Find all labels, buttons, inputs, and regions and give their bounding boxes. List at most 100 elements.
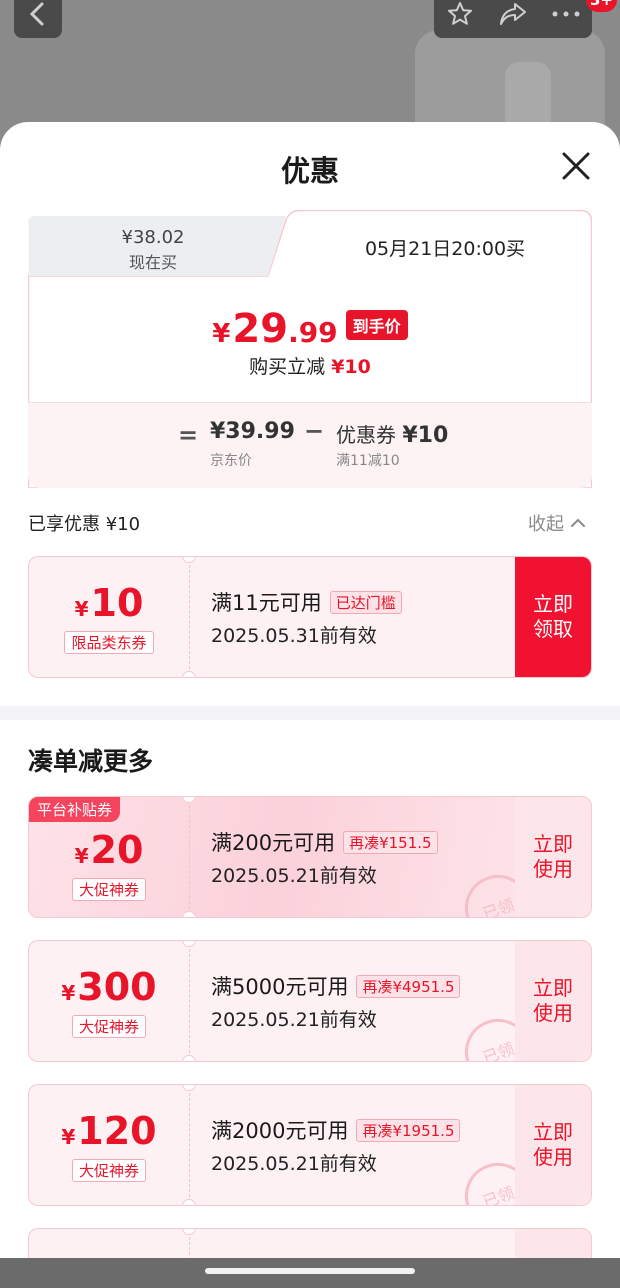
- back-button[interactable]: [14, 0, 62, 38]
- coupon-expiry: 2025.05.31前有效: [211, 625, 377, 647]
- favorite-button[interactable]: [434, 0, 487, 38]
- coupon-notch: [182, 1199, 196, 1205]
- current-price-label: 现在买: [128, 253, 177, 272]
- final-price-decimal: .99: [288, 316, 338, 349]
- coupon-info: 满5000元可用 再凑¥4951.5 2025.05.21前有效: [211, 971, 511, 1032]
- minus-sign: −: [304, 417, 325, 445]
- coupon-divider: [189, 1093, 190, 1197]
- final-price: ¥ 29 .99: [212, 306, 337, 352]
- final-price-yen: ¥: [212, 319, 231, 349]
- coupon-remaining-tag: 再凑¥1951.5: [356, 1118, 461, 1142]
- instant-cut-value: ¥10: [331, 356, 371, 378]
- future-date-tab[interactable]: 05月21日20:00买: [298, 234, 592, 261]
- top-action-group: [434, 0, 592, 38]
- chevron-up-icon: [571, 518, 585, 527]
- coupon-condition: 满2000元可用: [211, 1119, 349, 1143]
- coupon-expiry: 2025.05.21前有效: [211, 1009, 377, 1031]
- coupon-notch: [182, 671, 196, 677]
- use-now-label: 立即使用: [533, 1120, 573, 1169]
- coupon-condition-row: 满2000元可用 再凑¥1951.5: [211, 1115, 511, 1145]
- coupon-type: 限品类东券: [64, 630, 154, 654]
- coupon-yen: ¥: [61, 1124, 76, 1149]
- section-divider: [0, 706, 620, 720]
- coupon-value-area: ¥ 20 大促神券: [29, 797, 189, 917]
- current-price-tab[interactable]: ¥38.02 现在买: [28, 216, 278, 276]
- coupon-amount: ¥ 10: [75, 581, 144, 625]
- instant-cut: 购买立减 ¥10: [28, 352, 592, 379]
- coupon-value-area: ¥ 10 限品类东券: [29, 557, 189, 677]
- price-formula: = ¥39.99 京东价 − 优惠券 ¥10 满11减10: [28, 402, 592, 488]
- price-card: ¥38.02 现在买 05月21日20:00买 ¥ 29 .99 到手价 购买立…: [28, 210, 592, 488]
- coupon-divider: [189, 805, 190, 909]
- coupon-yen: ¥: [74, 596, 89, 621]
- equals-sign: =: [178, 421, 199, 449]
- coupon-condition-tag: 已达门槛: [329, 590, 402, 614]
- coupon-info: 满2000元可用 再凑¥1951.5 2025.05.21前有效: [211, 1115, 511, 1176]
- coupon-condition-row: 满5000元可用 再凑¥4951.5: [211, 971, 511, 1001]
- jd-price: ¥39.99: [210, 419, 295, 444]
- share-icon: [500, 3, 526, 25]
- coupon-deduction-value: ¥10: [402, 423, 449, 448]
- sheet-title: 优惠: [280, 154, 339, 188]
- collapse-label: 收起: [528, 514, 564, 535]
- coupon-condition: 满200元可用: [211, 831, 336, 855]
- coupon-expiry: 2025.05.21前有效: [211, 1153, 377, 1175]
- collapse-button[interactable]: 收起: [528, 510, 588, 536]
- star-icon: [448, 2, 473, 25]
- coupon-yen: ¥: [74, 843, 89, 868]
- system-navigation-bar: [0, 1258, 620, 1288]
- coupon-value: 20: [90, 827, 144, 872]
- share-button[interactable]: [487, 0, 540, 38]
- coupon-type: 大促神券: [71, 1014, 146, 1038]
- use-now-label: 立即使用: [533, 976, 573, 1025]
- coupon-divider: [189, 949, 190, 1053]
- coupon-value: 120: [77, 1108, 157, 1153]
- coupon-notch: [182, 1229, 196, 1235]
- jd-price-label: 京东价: [210, 453, 252, 469]
- coupon-condition-row: 满200元可用 再凑¥151.5: [211, 827, 511, 857]
- more-dots-icon: [552, 11, 580, 17]
- coupon-remaining-tag: 再凑¥151.5: [343, 830, 438, 854]
- claim-now-button[interactable]: 立即领取: [515, 557, 591, 677]
- final-price-integer: 29: [232, 306, 289, 352]
- coupon-rule: 满11减10: [336, 453, 400, 469]
- use-now-label: 立即使用: [533, 832, 573, 881]
- coupon-notch: [182, 911, 196, 917]
- coupon-deduction: 优惠券 ¥10: [336, 419, 448, 448]
- claim-now-label: 立即领取: [533, 592, 573, 641]
- coupon-info: 满200元可用 再凑¥151.5 2025.05.21前有效: [211, 827, 511, 888]
- chevron-left-icon: [29, 2, 44, 26]
- current-price: ¥38.02: [121, 227, 185, 248]
- coupon-value-area: ¥ 120 大促神券: [29, 1085, 189, 1205]
- final-price-tag: 到手价: [345, 310, 408, 340]
- close-button[interactable]: [556, 146, 596, 186]
- coupon-card: ¥ 120 大促神券 满2000元可用 再凑¥1951.5 2025.05.21…: [28, 1084, 592, 1206]
- home-indicator[interactable]: [205, 1268, 415, 1274]
- coupon-remaining-tag: 再凑¥4951.5: [356, 974, 461, 998]
- use-now-button[interactable]: 立即使用: [515, 1085, 591, 1205]
- coupon-notch: [182, 1055, 196, 1061]
- enjoyed-discount: 已享优惠 ¥10: [28, 514, 141, 535]
- coupon-divider: [189, 565, 190, 669]
- coupon-amount: ¥ 120: [61, 1109, 156, 1153]
- more-button[interactable]: [539, 0, 592, 38]
- close-icon: [562, 152, 590, 180]
- use-now-button[interactable]: 立即使用: [515, 797, 591, 917]
- final-price-row: ¥ 29 .99 到手价: [28, 306, 592, 352]
- coupon-amount: ¥ 20: [75, 828, 144, 872]
- coupon-type: 大促神券: [71, 1158, 146, 1182]
- discount-sheet: 优惠 ¥38.02 现在买 05月21日20:00买 ¥ 29 .99 到手价 …: [0, 122, 620, 1288]
- coupon-deduction-label: 优惠券: [336, 423, 396, 447]
- coupon-expiry: 2025.05.21前有效: [211, 865, 377, 887]
- coupon-card: 平台补贴券 ¥ 20 大促神券 满200元可用 再凑¥151.5 2025.05…: [28, 796, 592, 918]
- coupon-card: ¥ 300 大促神券 满5000元可用 再凑¥4951.5 2025.05.21…: [28, 940, 592, 1062]
- coupon-condition-row: 满11元可用 已达门槛: [211, 587, 511, 617]
- use-now-button[interactable]: 立即使用: [515, 941, 591, 1061]
- coupon-type: 大促神券: [71, 877, 146, 901]
- coupon-yen: ¥: [61, 980, 76, 1005]
- claimed-coupon: ¥ 10 限品类东券 满11元可用 已达门槛 2025.05.31前有效 立即领…: [28, 556, 592, 678]
- coupon-value: 10: [90, 580, 144, 625]
- coupon-value-area: ¥ 300 大促神券: [29, 941, 189, 1061]
- section-title: 凑单减更多: [28, 747, 154, 776]
- coupon-info: 满11元可用 已达门槛 2025.05.31前有效: [211, 587, 511, 648]
